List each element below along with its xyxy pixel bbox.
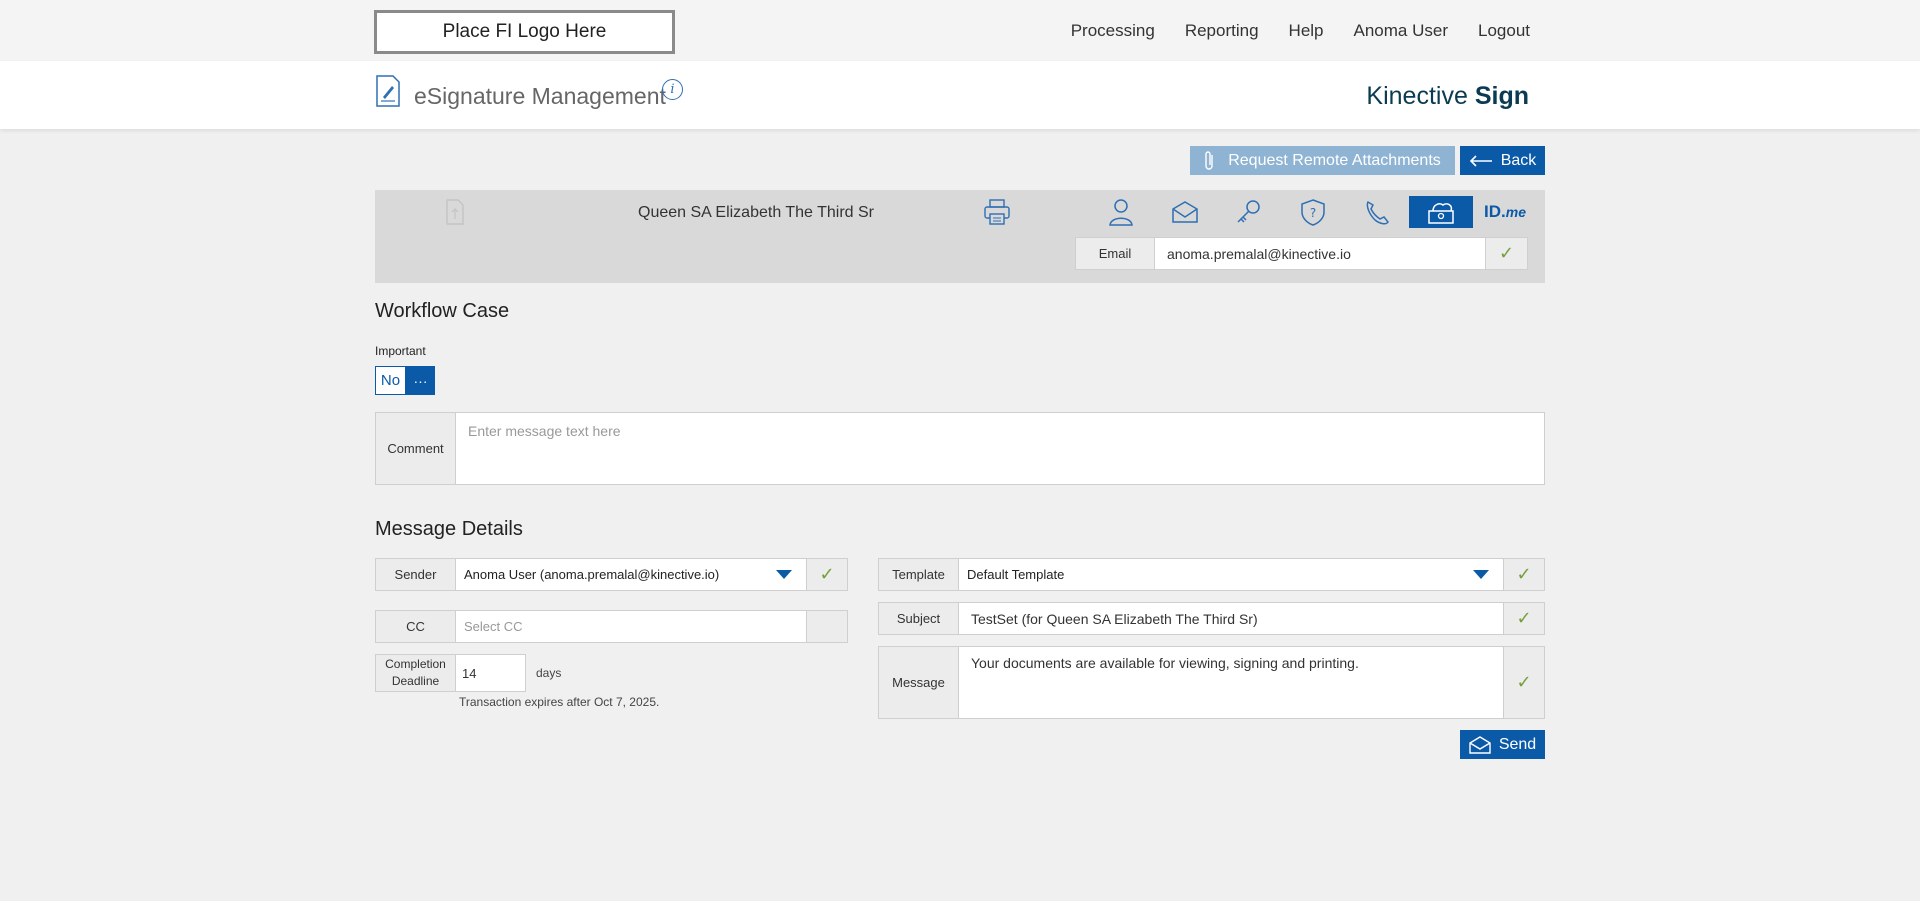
brand-light: Kinective: [1366, 82, 1468, 110]
auth-email[interactable]: [1153, 196, 1217, 228]
send-label: Send: [1498, 735, 1537, 753]
email-envelope-icon: [1172, 201, 1198, 223]
chevron-down-icon: [776, 570, 792, 579]
email-label: Email: [1075, 237, 1155, 270]
back-button[interactable]: Back: [1460, 146, 1545, 175]
nav-help[interactable]: Help: [1289, 21, 1324, 41]
request-remote-attachments-button[interactable]: Request Remote Attachments: [1190, 146, 1455, 175]
subject-label: Subject: [878, 602, 959, 635]
deadline-row: Completion Deadline 14 days: [375, 654, 561, 692]
nav-logout[interactable]: Logout: [1478, 21, 1530, 41]
nav-reporting[interactable]: Reporting: [1185, 21, 1259, 41]
subject-check-icon: ✓: [1504, 602, 1545, 635]
send-envelope-icon: [1469, 735, 1491, 754]
important-toggle: No ···: [375, 366, 435, 395]
template-check-icon: ✓: [1504, 558, 1545, 591]
printer-icon[interactable]: [983, 198, 1011, 226]
email-check-icon: ✓: [1486, 237, 1528, 270]
idme-sub: me: [1505, 204, 1526, 220]
message-input[interactable]: Your documents are available for viewing…: [959, 646, 1504, 719]
auth-person[interactable]: [1089, 196, 1153, 228]
nav-user[interactable]: Anoma User: [1354, 21, 1448, 41]
signer-name: Queen SA Elizabeth The Third Sr: [638, 204, 874, 221]
security-question-icon: ?: [1301, 199, 1325, 226]
sender-select[interactable]: Anoma User (anoma.premalal@kinective.io): [456, 558, 807, 591]
message-details-title: Message Details: [375, 518, 523, 540]
auth-security-question[interactable]: ?: [1281, 196, 1345, 228]
deadline-input[interactable]: 14: [456, 654, 526, 692]
auth-phone[interactable]: [1345, 196, 1409, 228]
template-row: Template Default Template ✓: [878, 558, 1545, 591]
workflow-case-title: Workflow Case: [375, 300, 510, 322]
document-sign-icon: [376, 75, 400, 107]
cc-label: CC: [375, 610, 456, 643]
logo-placeholder: Place FI Logo Here: [374, 10, 675, 54]
auth-idme[interactable]: ID.me: [1473, 196, 1537, 228]
signer-panel: Queen SA Elizabeth The Third Sr ? ID.me …: [375, 190, 1545, 283]
expiry-note: Transaction expires after Oct 7, 2025.: [459, 695, 660, 709]
message-row: Message Your documents are available for…: [878, 646, 1545, 719]
svg-text:?: ?: [1310, 206, 1316, 220]
important-value[interactable]: No: [375, 366, 406, 395]
template-label: Template: [878, 558, 959, 591]
idme-icon: ID.me: [1484, 202, 1526, 222]
top-bar: Place FI Logo Here Processing Reporting …: [0, 0, 1920, 61]
template-select[interactable]: Default Template: [959, 558, 1504, 591]
brand-bold: Sign: [1474, 82, 1529, 110]
cloud-id-icon: [1428, 203, 1454, 224]
arrow-left-icon: [1469, 154, 1492, 167]
cc-status-box: [807, 610, 848, 643]
send-button[interactable]: Send: [1460, 730, 1545, 759]
sender-row: Sender Anoma User (anoma.premalal@kinect…: [375, 558, 848, 591]
back-label: Back: [1500, 151, 1537, 169]
deadline-unit: days: [536, 666, 562, 680]
auth-cloud-id[interactable]: [1409, 196, 1473, 228]
important-more-button[interactable]: ···: [406, 366, 435, 395]
subject-input[interactable]: TestSet (for Queen SA Elizabeth The Thir…: [959, 602, 1504, 635]
email-row: Email anoma.premalal@kinective.io ✓: [1075, 237, 1528, 270]
info-icon[interactable]: i: [662, 79, 683, 100]
important-label: Important: [375, 344, 426, 358]
page-title: eSignature Management: [414, 83, 666, 109]
document-upload-icon[interactable]: [445, 199, 465, 225]
request-remote-attachments-label: Request Remote Attachments: [1228, 151, 1441, 169]
sender-label: Sender: [375, 558, 456, 591]
comment-row: Comment Enter message text here: [375, 412, 1545, 485]
idme-main: ID.: [1484, 202, 1506, 221]
app-header: eSignature Management i Kinective Sign: [0, 61, 1920, 129]
comment-input[interactable]: Enter message text here: [456, 412, 1545, 485]
subject-row: Subject TestSet (for Queen SA Elizabeth …: [878, 602, 1545, 635]
sender-check-icon: ✓: [807, 558, 848, 591]
template-value: Default Template: [967, 567, 1065, 582]
comment-label: Comment: [375, 412, 456, 485]
phone-icon: [1366, 200, 1389, 225]
message-label: Message: [878, 646, 959, 719]
auth-key[interactable]: [1217, 196, 1281, 228]
key-icon: [1237, 200, 1260, 223]
nav-processing[interactable]: Processing: [1071, 21, 1155, 41]
auth-method-icons: ? ID.me: [1089, 196, 1537, 228]
sender-value: Anoma User (anoma.premalal@kinective.io): [464, 567, 720, 582]
paperclip-icon: [1205, 150, 1213, 170]
cc-row: CC Select CC: [375, 610, 848, 643]
top-nav: Processing Reporting Help Anoma User Log…: [1071, 0, 1530, 61]
deadline-label: Completion Deadline: [375, 654, 456, 692]
cc-input[interactable]: Select CC: [456, 610, 807, 643]
email-field[interactable]: anoma.premalal@kinective.io: [1155, 237, 1486, 270]
chevron-down-icon: [1473, 570, 1489, 579]
brand-logo: Kinective Sign: [1366, 82, 1529, 111]
message-check-icon: ✓: [1504, 646, 1545, 719]
person-icon: [1109, 199, 1133, 226]
